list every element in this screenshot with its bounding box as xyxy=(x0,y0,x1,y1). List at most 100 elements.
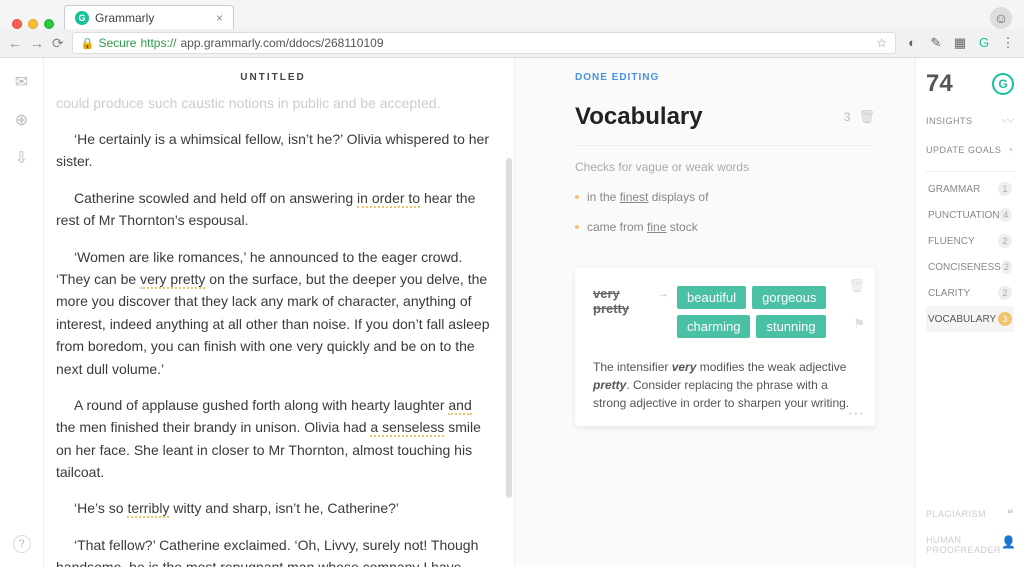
left-rail: ✉ ⊕ ⇩ ? xyxy=(0,58,44,567)
text: very xyxy=(672,360,697,374)
issue-item[interactable]: came from fine stock xyxy=(575,220,875,234)
issue-highlight[interactable]: very pretty xyxy=(140,271,205,289)
category-clarity[interactable]: CLARITY 2 xyxy=(926,280,1014,306)
count-badge: 1 xyxy=(998,182,1012,196)
insights-icon: 〰 xyxy=(1001,112,1014,129)
more-dots-icon[interactable]: ••• xyxy=(848,409,865,420)
help-icon[interactable]: ? xyxy=(13,535,31,553)
browser-tab[interactable]: G Grammarly × xyxy=(64,5,234,30)
suggestion-chip[interactable]: charming xyxy=(677,315,750,338)
text: . Consider replacing the phrase with a s… xyxy=(593,378,849,410)
category-punctuation[interactable]: PUNCTUATION 4 xyxy=(926,202,1014,228)
kebab-menu-icon[interactable]: ⋮ xyxy=(1000,35,1016,51)
app: ✉ ⊕ ⇩ ? UNTITLED could produce such caus… xyxy=(0,58,1024,567)
paragraph[interactable]: Catherine scowled and held off on answer… xyxy=(56,187,490,232)
text: stock xyxy=(666,220,697,234)
suggestion-chip[interactable]: gorgeous xyxy=(752,286,826,309)
text: came from xyxy=(587,220,647,234)
issue-item[interactable]: in the finest displays of xyxy=(575,190,875,204)
suggestion-card: 🗑 ⚑ very pretty → beautiful gorgeous cha… xyxy=(575,268,875,426)
paragraph[interactable]: ‘He’s so terribly witty and sharp, isn’t… xyxy=(56,497,490,519)
dismiss-icon[interactable]: 🗑 xyxy=(848,278,865,294)
paragraph[interactable]: ‘That fellow?’ Catherine exclaimed. ‘Oh,… xyxy=(56,534,490,567)
done-editing-button[interactable]: DONE EDITING xyxy=(575,72,875,83)
document-score: 74 xyxy=(926,70,953,98)
browser-chrome: G Grammarly × ☺ ← → ⟳ 🔒 Secure https://a… xyxy=(0,0,1024,58)
category-grammar[interactable]: GRAMMAR 1 xyxy=(926,176,1014,202)
address-bar[interactable]: 🔒 Secure https://app.grammarly.com/ddocs… xyxy=(72,32,896,54)
suggestion-chips: beautiful gorgeous charming stunning xyxy=(677,286,857,338)
issue-highlight[interactable]: in order to xyxy=(357,190,420,208)
card-description: The intensifier very modifies the weak a… xyxy=(593,358,857,412)
window-close[interactable] xyxy=(12,19,22,29)
issue-word: finest xyxy=(620,190,649,204)
label: VOCABULARY xyxy=(928,314,996,325)
text: ‘He’s so xyxy=(74,500,127,516)
add-icon[interactable]: ⊕ xyxy=(15,110,28,130)
grammarly-badge-icon[interactable]: G xyxy=(992,73,1014,95)
secure-label: Secure xyxy=(98,36,136,50)
url-rest: app.grammarly.com/ddocs/268110109 xyxy=(181,36,384,50)
issue-highlight[interactable]: a senseless xyxy=(370,419,444,437)
editor-pane[interactable]: UNTITLED could produce such caustic noti… xyxy=(44,58,514,567)
label: HUMAN PROOFREADER xyxy=(926,535,1001,555)
plagiarism-icon: ❝ xyxy=(1007,507,1014,521)
trash-icon[interactable]: 🗑 xyxy=(858,109,875,125)
separator xyxy=(926,171,1014,172)
text: ‘That fellow?’ Catherine exclaimed. ‘Oh,… xyxy=(56,537,478,567)
issue-highlight[interactable]: and xyxy=(448,397,471,415)
paragraph[interactable]: ‘He certainly is a whimsical fellow, isn… xyxy=(56,128,490,173)
right-rail: 74 G INSIGHTS 〰 UPDATE GOALS ◔ GRAMMAR 1… xyxy=(916,58,1024,567)
count-badge: 2 xyxy=(998,234,1012,248)
favicon-icon: G xyxy=(75,11,89,25)
inbox-icon[interactable]: ✉ xyxy=(15,72,28,92)
category-conciseness[interactable]: CONCISENESS 2 xyxy=(926,254,1014,280)
ext-icon[interactable]: ✎ xyxy=(928,35,944,51)
window-minimize[interactable] xyxy=(28,19,38,29)
goal-icon: ◔ xyxy=(1006,143,1014,157)
tab-title: Grammarly xyxy=(95,11,154,25)
tab-close-icon[interactable]: × xyxy=(216,11,223,25)
label: FLUENCY xyxy=(928,236,975,247)
update-goals-link[interactable]: UPDATE GOALS ◔ xyxy=(926,143,1014,157)
suggestion-chip[interactable]: stunning xyxy=(756,315,825,338)
ext-icon[interactable]: ◐ xyxy=(904,35,920,51)
label: PUNCTUATION xyxy=(928,210,999,221)
nav-forward-icon[interactable]: → xyxy=(30,35,44,51)
window-maximize[interactable] xyxy=(44,19,54,29)
human-proofreader-link[interactable]: HUMAN PROOFREADER 👤 xyxy=(926,535,1014,555)
text: witty and sharp, isn’t he, Catherine?’ xyxy=(169,500,399,516)
label: PLAGIARISM xyxy=(926,509,986,519)
label: UPDATE GOALS xyxy=(926,145,1001,155)
suggestion-chip[interactable]: beautiful xyxy=(677,286,746,309)
flag-icon[interactable]: ⚑ xyxy=(853,316,865,332)
ext-icon[interactable]: ▦ xyxy=(952,35,968,51)
nav-reload-icon[interactable]: ⟳ xyxy=(52,35,64,52)
panel-count: 3 xyxy=(844,110,851,124)
arrow-right-icon: → xyxy=(657,286,669,300)
label: CONCISENESS xyxy=(928,262,1001,273)
count-badge: 3 xyxy=(998,312,1012,326)
text: the men finished their brandy in unison.… xyxy=(56,419,370,435)
download-icon[interactable]: ⇩ xyxy=(15,148,28,168)
ext-icon[interactable]: G xyxy=(976,35,992,51)
paragraph[interactable]: A round of applause gushed forth along w… xyxy=(56,394,490,484)
document-title[interactable]: UNTITLED xyxy=(56,72,490,83)
category-vocabulary[interactable]: VOCABULARY 3 xyxy=(926,306,1014,332)
bookmark-star-icon[interactable]: ☆ xyxy=(876,36,887,50)
panel-subtitle: Checks for vague or weak words xyxy=(575,145,875,174)
address-row: ← → ⟳ 🔒 Secure https://app.grammarly.com… xyxy=(0,29,1024,57)
profile-avatar-icon[interactable]: ☺ xyxy=(990,7,1012,29)
issue-dot-icon xyxy=(575,195,579,199)
issue-highlight[interactable]: terribly xyxy=(127,500,169,518)
plagiarism-link[interactable]: PLAGIARISM ❝ xyxy=(926,507,1014,521)
text: A round of applause gushed forth along w… xyxy=(74,397,448,413)
category-fluency[interactable]: FLUENCY 2 xyxy=(926,228,1014,254)
insights-link[interactable]: INSIGHTS 〰 xyxy=(926,112,1014,129)
count-badge: 4 xyxy=(999,208,1012,222)
nav-back-icon[interactable]: ← xyxy=(8,35,22,51)
panel-header: Vocabulary 3 🗑 xyxy=(575,103,875,131)
scrollbar[interactable] xyxy=(506,158,512,498)
original-phrase: very pretty xyxy=(593,286,649,316)
paragraph[interactable]: ‘Women are like romances,’ he announced … xyxy=(56,246,490,380)
